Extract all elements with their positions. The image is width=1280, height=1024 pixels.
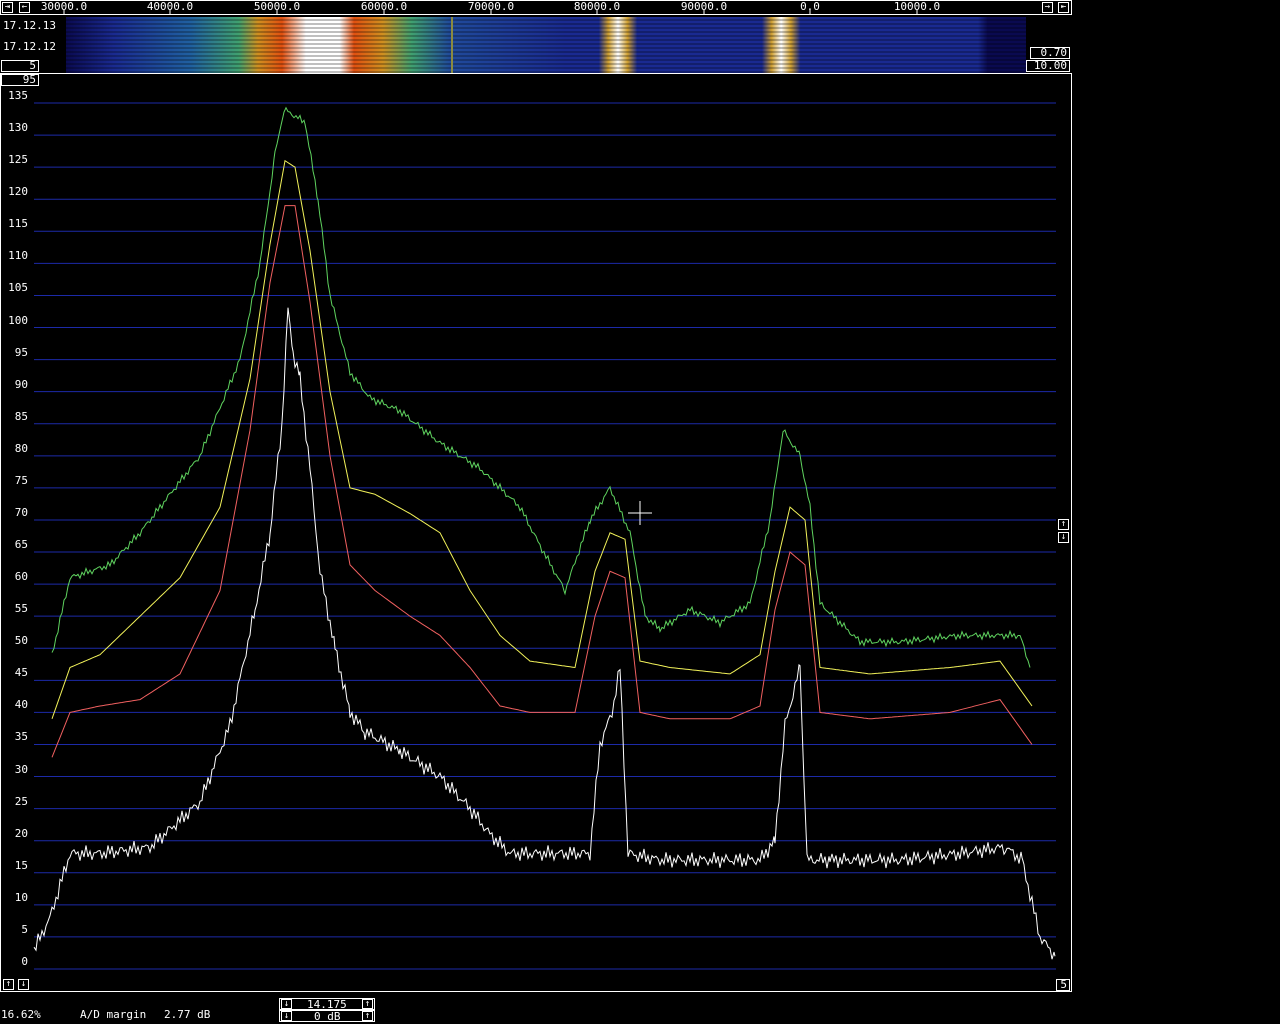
amplitude-label: 70 — [14, 505, 28, 519]
min-trace — [51, 205, 1033, 758]
amplitude-label: 75 — [14, 473, 28, 487]
waterfall-timestamp-1: 17.12.13 — [3, 19, 56, 32]
amplitude-label: 50 — [14, 634, 28, 648]
ad-margin-value: 2.77 dB — [164, 1008, 211, 1021]
bottom-up-button[interactable]: ↑ — [3, 979, 14, 990]
amplitude-label: 40 — [14, 698, 28, 712]
frequency-label: 40000.0 — [146, 0, 194, 13]
gain-value[interactable]: 0 dB — [314, 1011, 341, 1022]
amplitude-label: 10 — [14, 890, 28, 904]
freq-value[interactable]: 14.175 — [307, 999, 347, 1010]
spectrum-plot[interactable] — [0, 73, 1072, 992]
amplitude-label: 85 — [14, 409, 28, 423]
waterfall-display[interactable] — [0, 15, 1072, 73]
frequency-label: 90000.0 — [680, 0, 728, 13]
amplitude-down-button[interactable]: ↓ — [1058, 532, 1069, 543]
spectrum-corner-box[interactable]: 5 — [1056, 979, 1070, 991]
amplitude-label: 110 — [8, 249, 28, 263]
amplitude-label: 135 — [8, 89, 28, 102]
frequency-label: 70000.0 — [467, 0, 515, 13]
amplitude-label: 130 — [8, 121, 28, 135]
amplitude-label: 105 — [8, 281, 28, 295]
frequency-label: 80000.0 — [573, 0, 621, 13]
amplitude-up-button[interactable]: ↑ — [1058, 519, 1069, 530]
gain-up-button[interactable]: ↑ — [362, 1011, 373, 1021]
frequency-label: 10000.0 — [893, 0, 941, 13]
amplitude-label: 55 — [14, 602, 28, 616]
freq-down-button[interactable]: ↓ — [281, 999, 292, 1009]
amplitude-label: 90 — [14, 377, 28, 391]
waterfall-left-box[interactable]: 5 — [1, 60, 39, 72]
amplitude-label: 100 — [8, 313, 28, 327]
amplitude-label: 120 — [8, 185, 28, 199]
bottom-down-button[interactable]: ↓ — [18, 979, 29, 990]
gain-down-button[interactable]: ↓ — [281, 1011, 292, 1021]
ad-margin-label: A/D margin — [80, 1008, 147, 1021]
percent-readout: 16.62% — [1, 1008, 41, 1021]
crosshair-cursor — [628, 501, 652, 525]
frequency-label: 50000.0 — [253, 0, 301, 13]
frequency-label: 30000.0 — [40, 0, 88, 13]
waterfall-avg-box[interactable]: 10.00 — [1026, 60, 1070, 72]
amplitude-label: 65 — [14, 538, 28, 552]
amplitude-label: 95 — [14, 345, 28, 359]
amplitude-label: 115 — [8, 217, 28, 231]
amplitude-label: 80 — [14, 441, 28, 455]
amplitude-label: 45 — [14, 666, 28, 680]
amplitude-label: 15 — [14, 858, 28, 872]
amplitude-label: 5 — [21, 922, 28, 936]
waterfall-timestamp-2: 17.12.12 — [3, 40, 56, 53]
max-hold-trace — [51, 106, 1031, 668]
frequency-label: 60000.0 — [360, 0, 408, 13]
amplitude-label: 30 — [14, 762, 28, 776]
amplitude-label: 60 — [14, 570, 28, 584]
freq-up-button[interactable]: ↑ — [362, 999, 373, 1009]
amplitude-label: 20 — [14, 826, 28, 840]
amplitude-label: 0 — [21, 955, 28, 968]
amplitude-label: 25 — [14, 794, 28, 808]
amplitude-label: 35 — [14, 730, 28, 744]
frequency-label: 0.0 — [800, 0, 820, 13]
waterfall-gain-box[interactable]: 0.70 — [1030, 47, 1070, 59]
instantaneous-trace — [33, 307, 1056, 960]
amplitude-label: 125 — [8, 153, 28, 167]
